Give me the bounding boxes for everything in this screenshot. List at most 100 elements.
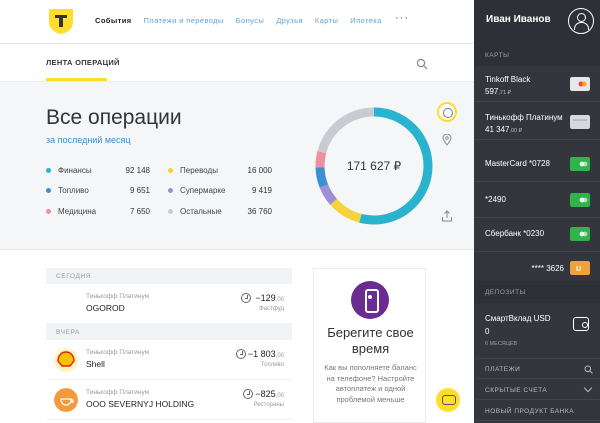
account-item[interactable]: Сбербанк *0230 (474, 216, 600, 252)
user-bar: Иван Иванов (474, 0, 600, 44)
chat-icon[interactable] (436, 388, 460, 412)
tab-operations-feed[interactable]: Лента операций (46, 58, 120, 67)
user-name[interactable]: Иван Иванов (486, 14, 551, 25)
deposit-term: 6 МЕСЯЦЕВ (485, 341, 518, 347)
account-name: MasterCard *0728 (485, 159, 550, 168)
category-other[interactable]: Остальные (168, 207, 222, 216)
operation-row[interactable]: Тинькофф Платинум OGOROD −129,00 Фастфуд (46, 284, 292, 324)
promo-title: Берегите свое время (327, 325, 414, 356)
nav-item-payments[interactable]: Платежи и переводы (144, 16, 224, 25)
shell-icon (54, 348, 78, 372)
operation-name: Shell (86, 359, 105, 369)
restaurant-icon (54, 388, 78, 412)
category-transfers[interactable]: Переводы (168, 166, 218, 175)
operation-account: Тинькофф Платинум (86, 389, 150, 396)
more-menu-button[interactable]: ··· (395, 12, 409, 24)
clock-icon (236, 349, 246, 359)
account-item[interactable]: Tinkoff Black 597,71 ₽ (474, 66, 600, 102)
operation-amount: −129,00 (255, 293, 284, 303)
category-label: Медицина (58, 207, 97, 216)
category-value: 16 000 (247, 166, 272, 175)
operation-amount: −1 803,00 (247, 349, 284, 359)
account-balance: 41 347,00 ₽ (485, 125, 523, 134)
promo-text: Как вы пополняете баланс на телефоне? На… (324, 363, 417, 404)
sub-navigation: Лента операций (0, 44, 474, 82)
operation-row[interactable]: Тинькофф Платинум OOO SEVERNYJ HOLDING −… (46, 380, 292, 420)
operations-feed: СЕГОДНЯ Тинькофф Платинум OGOROD −129,00… (46, 268, 292, 420)
day-label-today: СЕГОДНЯ (46, 268, 292, 284)
accounts-sidebar: Иван Иванов КАРТЫ Tinkoff Black 597,71 ₽… (474, 0, 600, 423)
operation-account: Тинькофф Платинум (86, 349, 150, 356)
sidebar-link-payments[interactable]: ПЛАТЕЖИ (474, 359, 600, 379)
operation-name: OGOROD (86, 303, 125, 313)
total-spending: 171 627 ₽ (346, 159, 402, 173)
card-icon (570, 77, 590, 91)
category-value: 36 760 (247, 207, 272, 216)
avatar-icon[interactable] (568, 8, 594, 34)
nav-item-friends[interactable]: Друзья (276, 16, 303, 25)
search-icon[interactable] (416, 58, 428, 70)
category-label: Переводы (180, 166, 218, 175)
account-item[interactable]: *2490 (474, 182, 600, 218)
category-label: Финансы (58, 166, 92, 175)
category-value: 9 419 (251, 186, 272, 195)
search-icon[interactable] (584, 365, 593, 374)
category-dot (168, 168, 173, 173)
account-item[interactable]: Тинькофф Платинум 41 347,00 ₽ (474, 104, 600, 140)
operation-row[interactable]: Тинькофф Платинум Shell −1 803,00 Топлив… (46, 340, 292, 380)
category-supermarkets[interactable]: Супермарке (168, 186, 225, 195)
account-name: Сбербанк *0230 (485, 229, 545, 238)
deposit-balance: 0 (485, 327, 490, 336)
card-icon (570, 157, 590, 171)
bank-logo-icon[interactable] (46, 6, 76, 36)
category-label: Топливо (58, 186, 89, 195)
category-dot (46, 209, 51, 214)
nav-item-bonuses[interactable]: Бонусы (236, 16, 264, 25)
clock-icon (241, 293, 251, 303)
category-finance[interactable]: Финансы (46, 166, 92, 175)
sidebar-link-hidden-accounts[interactable]: СКРЫТЫЕ СЧЕТА (474, 380, 600, 400)
operation-category: Топливо (260, 362, 284, 368)
promo-card[interactable]: Берегите свое время Как вы пополняете ба… (313, 268, 426, 423)
nav-item-mortgage[interactable]: Ипотека (350, 16, 381, 25)
category-value: 7 650 (129, 207, 150, 216)
share-icon[interactable] (441, 210, 453, 222)
category-medicine[interactable]: Медицина (46, 207, 96, 216)
operation-category: Фастфуд (259, 306, 284, 312)
nav-menu: События Платежи и переводы Бонусы Друзья… (95, 16, 382, 25)
category-label: Остальные (180, 207, 222, 216)
category-dot (168, 188, 173, 193)
account-name: Tinkoff Black (485, 75, 531, 84)
page-title: Все операции (46, 106, 182, 129)
period-selector-link[interactable]: за последний месяц (46, 135, 131, 145)
account-item[interactable]: MasterCard *0728 (474, 146, 600, 182)
account-name: *2490 (485, 195, 506, 204)
account-balance: 597,71 ₽ (485, 87, 512, 96)
clock-icon (243, 389, 253, 399)
operation-category: Рестораны (253, 402, 284, 408)
category-dot (46, 168, 51, 173)
settings-ring-button[interactable] (437, 102, 457, 122)
active-tab-indicator (46, 78, 107, 81)
account-balance: **** 3626 (531, 264, 564, 273)
cards-section-header: КАРТЫ (474, 44, 600, 66)
deposit-item[interactable]: СмартВклад USD 0 6 МЕСЯЦЕВ (474, 303, 600, 359)
nav-item-cards[interactable]: Карты (315, 16, 338, 25)
top-navigation: События Платежи и переводы Бонусы Друзья… (0, 0, 474, 44)
deposit-name: СмартВклад USD (485, 314, 551, 323)
category-label: Супермарке (180, 186, 226, 195)
category-fuel[interactable]: Топливо (46, 186, 89, 195)
sidebar-link-new-product[interactable]: НОВЫЙ ПРОДУКТ БАНКА (474, 401, 600, 421)
category-value: 92 148 (125, 166, 150, 175)
deposits-section-header: ДЕПОЗИТЫ (474, 281, 600, 303)
card-icon: U (570, 261, 590, 275)
wallet-icon (573, 317, 589, 331)
main-area: События Платежи и переводы Бонусы Друзья… (0, 0, 474, 423)
category-dot (168, 209, 173, 214)
location-pin-icon[interactable] (442, 134, 452, 146)
phone-icon (351, 281, 389, 319)
operation-amount: −825,00 (255, 389, 284, 399)
account-name: Тинькофф Платинум (485, 113, 563, 122)
nav-item-events[interactable]: События (95, 16, 132, 25)
category-dot (46, 188, 51, 193)
